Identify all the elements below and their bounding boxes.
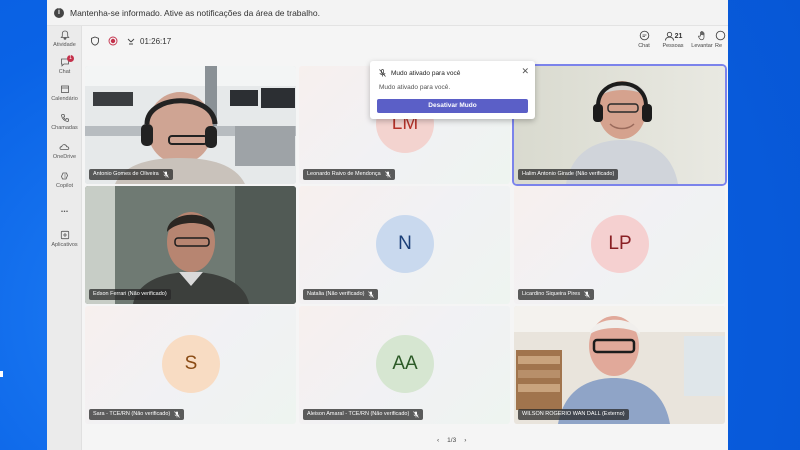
participant-avatar: N xyxy=(376,215,434,273)
bell-icon xyxy=(59,30,70,40)
participant-avatar: LP xyxy=(591,215,649,273)
phone-icon xyxy=(60,114,69,122)
participant-name: Licardino Siqueira Pires xyxy=(522,291,581,297)
participant-name-tag: Sara - TCE/RN (Não verificado) xyxy=(89,409,185,420)
toolbar-raise-hand-button[interactable]: Levantar xyxy=(689,30,715,49)
close-icon[interactable]: ✕ xyxy=(521,66,529,77)
toolbar-people-button[interactable]: 21 Pessoas xyxy=(659,30,687,49)
rail-item-aplicativos[interactable]: Aplicativos xyxy=(47,230,82,248)
participant-name: Halim Antonio Girade (Não verificado) xyxy=(522,171,615,177)
people-icon xyxy=(664,31,674,41)
participant-video xyxy=(514,306,725,424)
participant-name-tag: WILSON ROGERIO WAN DALL (Externo) xyxy=(518,409,629,420)
popup-title-text: Mudo ativado para você xyxy=(391,69,461,77)
calendar-icon xyxy=(60,85,69,93)
rail-item-atividade[interactable]: Atividade xyxy=(47,30,82,48)
rail-label: Copilot xyxy=(55,183,74,189)
video-tile-aleison[interactable]: AA Aleison Amaral - TCE/RN (Não verifica… xyxy=(299,306,510,424)
chevron-right-icon[interactable]: › xyxy=(464,437,466,444)
participant-name: Sara - TCE/RN (Não verificado) xyxy=(93,411,171,417)
toolbar-label: Re xyxy=(715,43,723,49)
notification-bar: i Mantenha-se informado. Ative as notifi… xyxy=(47,0,728,26)
video-tile-halim[interactable]: Halim Antonio Girade (Não verificado) xyxy=(514,66,725,184)
page-indicator: 1/3 xyxy=(447,437,457,444)
toolbar-react-button[interactable]: Re xyxy=(715,30,728,49)
cloud-icon xyxy=(59,144,70,150)
toolbar-label: Pessoas xyxy=(662,43,684,49)
mic-off-icon xyxy=(379,69,386,77)
mic-muted-icon xyxy=(384,171,391,178)
rail-item-copilot[interactable]: Copilot xyxy=(47,171,82,189)
participant-name-tag: Edson Ferrari (Não verificado) xyxy=(89,289,171,300)
participant-name: Antonio Gomes de Oliveira xyxy=(93,171,159,177)
participant-name: Leonardo Raivo de Mendonça xyxy=(307,171,381,177)
app-rail: Atividade 1 Chat Calendário Chamadas One… xyxy=(47,26,82,450)
mic-muted-icon xyxy=(584,291,590,298)
hand-icon xyxy=(697,31,704,41)
rail-item-onedrive[interactable]: OneDrive xyxy=(47,142,82,160)
toolbar-chat-button[interactable]: Chat xyxy=(631,30,657,49)
react-icon xyxy=(715,30,726,41)
rail-label: Atividade xyxy=(53,42,76,48)
rail-label: OneDrive xyxy=(52,154,77,160)
popup-title: Mudo ativado para você xyxy=(379,69,460,77)
video-tile-antonio[interactable]: Antonio Gomes de Oliveira xyxy=(85,66,296,184)
video-tile-natalia[interactable]: N Natalia (Não verificado) xyxy=(299,186,510,304)
popup-body: Mudo ativado para você. xyxy=(379,84,451,91)
chevron-left-icon[interactable]: ‹ xyxy=(437,437,439,444)
video-tile-wilson[interactable]: WILSON ROGERIO WAN DALL (Externo) xyxy=(514,306,725,424)
video-tile-licardino[interactable]: LP Licardino Siqueira Pires xyxy=(514,186,725,304)
info-icon: i xyxy=(54,7,64,18)
network-icon[interactable] xyxy=(126,36,136,46)
rail-label: Aplicativos xyxy=(51,242,78,248)
meeting-timer: 01:26:17 xyxy=(140,36,172,46)
rail-label: Calendário xyxy=(51,96,78,102)
participant-name-tag: Natalia (Não verificado) xyxy=(303,289,379,300)
desktop-edge-mark xyxy=(0,371,3,377)
pagination: ‹ 1/3 › xyxy=(433,437,470,444)
participant-name-tag: Antonio Gomes de Oliveira xyxy=(89,169,173,180)
participant-name-tag: Halim Antonio Girade (Não verificado) xyxy=(518,169,619,180)
rail-label: Chat xyxy=(58,69,71,75)
participant-name-tag: Leonardo Raivo de Mendonça xyxy=(303,169,395,180)
toolbar-label: Chat xyxy=(638,43,650,49)
rail-more-button[interactable]: ... xyxy=(47,204,82,214)
mic-muted-icon xyxy=(413,411,420,418)
toolbar-label: Levantar xyxy=(691,43,713,49)
participant-name: Aleison Amaral - TCE/RN (Não verificado) xyxy=(307,411,410,417)
copilot-icon xyxy=(60,172,68,180)
notification-message: Mantenha-se informado. Ative as notifica… xyxy=(70,7,320,18)
add-apps-icon xyxy=(60,230,69,240)
participant-avatar: AA xyxy=(376,335,434,393)
participant-video xyxy=(85,186,296,304)
participant-name: Natalia (Não verificado) xyxy=(307,291,365,297)
participant-avatar: S xyxy=(162,335,220,393)
participant-video xyxy=(85,66,296,184)
shield-icon[interactable] xyxy=(90,36,100,46)
rail-item-calendario[interactable]: Calendário xyxy=(47,84,82,102)
participant-video xyxy=(514,66,725,184)
mic-muted-icon xyxy=(174,411,181,418)
teams-window: i Mantenha-se informado. Ative as notifi… xyxy=(47,0,728,450)
participant-name: WILSON ROGERIO WAN DALL (Externo) xyxy=(522,411,625,417)
video-tile-sara[interactable]: S Sara - TCE/RN (Não verificado) xyxy=(85,306,296,424)
people-count: 21 xyxy=(674,33,683,40)
chat-badge: 1 xyxy=(67,55,74,62)
rail-label: Chamadas xyxy=(51,125,78,131)
recording-icon[interactable] xyxy=(108,36,118,46)
chat-icon xyxy=(639,30,649,41)
rail-item-chat[interactable]: 1 Chat xyxy=(47,55,82,75)
participant-name-tag: Aleison Amaral - TCE/RN (Não verificado) xyxy=(303,409,424,420)
video-tile-edson[interactable]: Edson Ferrari (Não verificado) xyxy=(85,186,296,304)
mic-muted-icon xyxy=(368,291,375,298)
mute-notification-popup: Mudo ativado para você ✕ Mudo ativado pa… xyxy=(370,61,535,119)
unmute-button[interactable]: Desativar Mudo xyxy=(377,99,528,113)
mic-muted-icon xyxy=(162,171,169,178)
participant-name-tag: Licardino Siqueira Pires xyxy=(518,289,595,300)
rail-item-chamadas[interactable]: Chamadas xyxy=(47,113,82,131)
participant-name: Edson Ferrari (Não verificado) xyxy=(93,291,167,297)
